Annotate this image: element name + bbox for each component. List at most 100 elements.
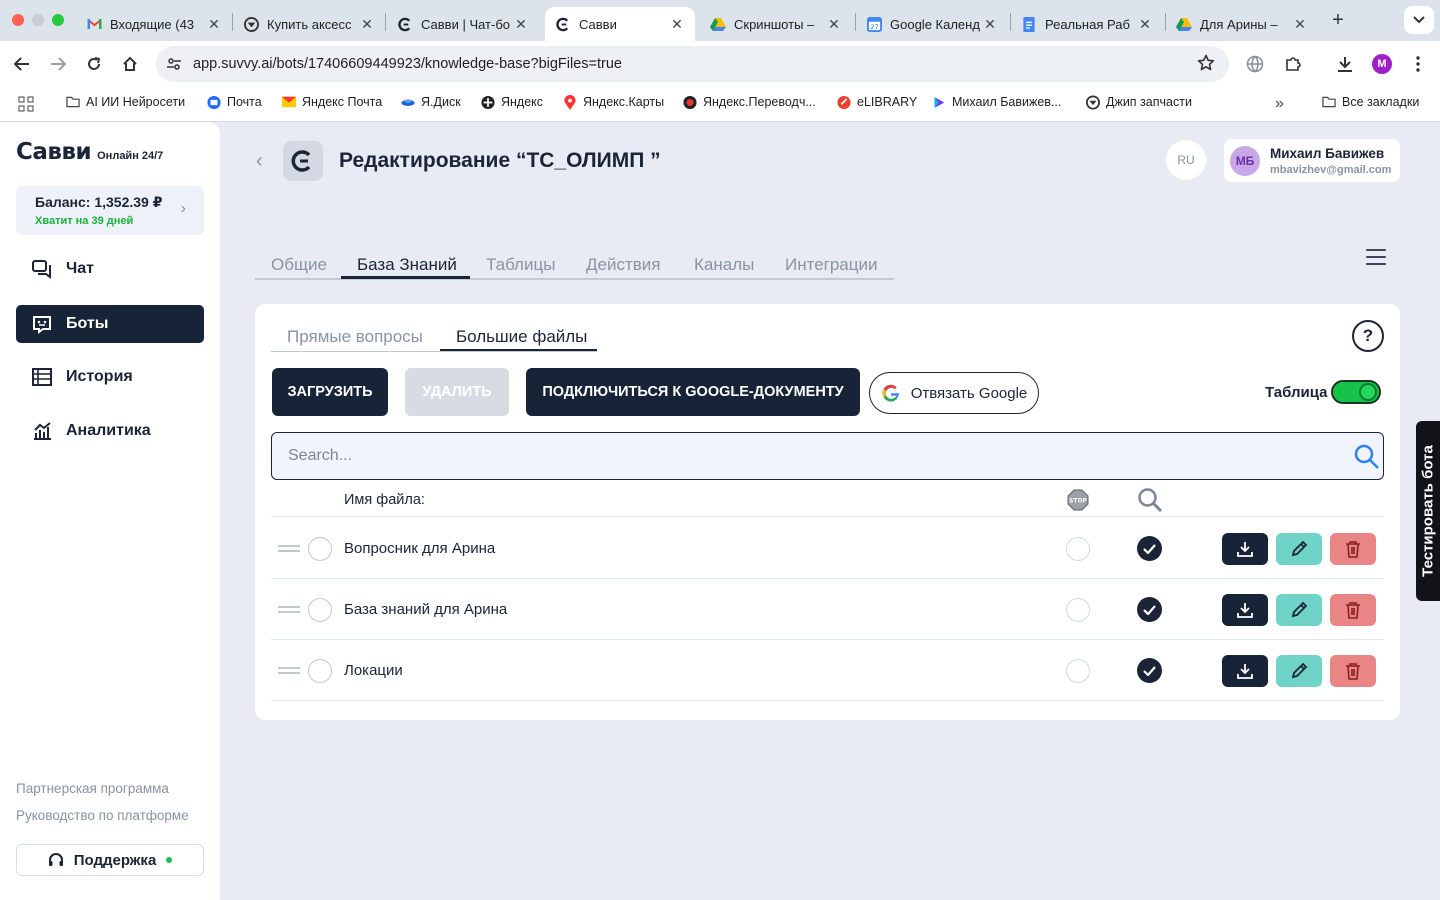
tab-general[interactable]: Общие <box>271 255 327 275</box>
edit-button[interactable] <box>1276 533 1322 565</box>
browser-tab[interactable]: Савви | Чат-бо ✕ <box>387 7 539 41</box>
search-enabled-checkbox[interactable] <box>1137 536 1162 561</box>
logo[interactable]: Савви Онлайн 24/7 <box>16 140 163 164</box>
tab-channels[interactable]: Каналы <box>694 255 754 275</box>
stop-checkbox[interactable] <box>1066 598 1090 622</box>
bookmark-item[interactable]: Я.Диск <box>401 95 461 109</box>
tab-close-icon[interactable]: ✕ <box>206 16 222 33</box>
tab-actions[interactable]: Действия <box>586 255 660 275</box>
search-enabled-checkbox[interactable] <box>1137 597 1162 622</box>
sidebar-item-label: Боты <box>66 315 109 332</box>
forward-button[interactable] <box>44 50 72 78</box>
downloads-button[interactable] <box>1331 50 1359 78</box>
row-select-checkbox[interactable] <box>308 537 332 561</box>
search-icon[interactable] <box>1353 443 1381 471</box>
chevron-double-right-icon[interactable]: » <box>1275 95 1284 113</box>
apps-grid-icon[interactable] <box>18 96 34 117</box>
browser-tab[interactable]: 27 Google Календ ✕ <box>856 7 1008 41</box>
drag-handle-icon[interactable] <box>278 667 300 675</box>
download-button[interactable] <box>1222 594 1268 626</box>
tab-tables[interactable]: Таблицы <box>486 255 555 275</box>
platform-guide-link[interactable]: Руководство по платформе <box>16 808 189 823</box>
download-button[interactable] <box>1222 655 1268 687</box>
table-toggle[interactable] <box>1331 380 1381 404</box>
unlink-google-button[interactable]: Отвязать Google <box>869 372 1039 414</box>
tab-close-icon[interactable]: ✕ <box>826 16 842 33</box>
delete-row-button[interactable] <box>1330 533 1376 565</box>
tab-direct-questions[interactable]: Прямые вопросы <box>287 327 423 347</box>
balance-card[interactable]: Баланс: 1,352.39 ₽ Хватит на 39 дней › <box>16 186 204 235</box>
bookmark-item[interactable]: Почта <box>207 95 262 109</box>
home-button[interactable] <box>116 50 144 78</box>
download-button[interactable] <box>1222 533 1268 565</box>
profile-button[interactable]: M <box>1368 50 1396 78</box>
tab-close-icon[interactable]: ✕ <box>359 16 375 33</box>
sidebar-item-history[interactable]: История <box>16 358 204 396</box>
new-tab-button[interactable]: + <box>1324 6 1352 34</box>
bookmark-item[interactable]: AI ИИ Нейросети <box>66 95 185 109</box>
bookmark-item[interactable]: eLIBRARY <box>837 95 917 109</box>
edit-button[interactable] <box>1276 655 1322 687</box>
tab-close-icon[interactable]: ✕ <box>1292 16 1308 33</box>
upload-button[interactable]: ЗАГРУЗИТЬ <box>272 368 388 416</box>
browser-tab[interactable]: Для Арины – ✕ <box>1166 7 1318 41</box>
address-bar[interactable]: app.suvvy.ai/bots/17406609449923/knowled… <box>156 46 1229 82</box>
connect-google-doc-button[interactable]: ПОДКЛЮЧИТЬСЯ К GOOGLE-ДОКУМЕНТУ <box>526 368 860 416</box>
browser-tab[interactable]: Реальная Раб ✕ <box>1011 7 1163 41</box>
tab-close-icon[interactable]: ✕ <box>982 16 998 33</box>
browser-tab[interactable]: Входящие (43 ✕ <box>76 7 232 41</box>
tab-search-button[interactable] <box>1404 6 1434 34</box>
delete-row-button[interactable] <box>1330 655 1376 687</box>
site-info-icon[interactable] <box>166 56 182 77</box>
sidebar-item-chat[interactable]: Чат <box>16 250 204 288</box>
menu-icon[interactable] <box>1366 249 1386 265</box>
extensions-button[interactable] <box>1279 50 1307 78</box>
stop-checkbox[interactable] <box>1066 659 1090 683</box>
all-bookmarks-button[interactable]: Все закладки <box>1322 95 1419 109</box>
browser-tab[interactable]: Купить аксесс ✕ <box>233 7 385 41</box>
sidebar-item-bots[interactable]: Боты <box>16 305 204 343</box>
drag-handle-icon[interactable] <box>278 606 300 614</box>
active-tab-indicator <box>341 276 470 279</box>
bookmark-item[interactable]: Яндекс Почта <box>282 95 382 109</box>
minimize-window-button[interactable] <box>32 14 44 26</box>
row-select-checkbox[interactable] <box>308 659 332 683</box>
stop-checkbox[interactable] <box>1066 537 1090 561</box>
bookmark-star-icon[interactable] <box>1197 54 1215 77</box>
language-switcher[interactable]: RU <box>1166 140 1206 180</box>
tab-close-icon[interactable]: ✕ <box>669 16 685 33</box>
back-chevron-icon[interactable]: ‹ <box>256 150 263 173</box>
translate-extension-button[interactable] <box>1241 50 1269 78</box>
search-input[interactable] <box>288 446 1328 466</box>
partner-program-link[interactable]: Партнерская программа <box>16 781 169 796</box>
search-enabled-checkbox[interactable] <box>1137 658 1162 683</box>
row-select-checkbox[interactable] <box>308 598 332 622</box>
bookmark-item[interactable]: Михаил Бавижев... <box>932 95 1061 109</box>
bookmark-item[interactable]: Яндекс <box>481 95 543 109</box>
bookmark-item[interactable]: Яндекс.Переводч... <box>683 95 816 109</box>
tab-close-icon[interactable]: ✕ <box>1137 16 1153 33</box>
help-button[interactable]: ? <box>1352 320 1384 352</box>
delete-row-button[interactable] <box>1330 594 1376 626</box>
browser-menu-button[interactable] <box>1404 50 1432 78</box>
user-profile[interactable]: МБ Михаил Бавижев mbavizhev@gmail.com <box>1224 139 1400 182</box>
close-window-button[interactable] <box>12 14 24 26</box>
browser-tab[interactable]: Скриншоты – ✕ <box>700 7 852 41</box>
tab-integrations[interactable]: Интеграции <box>785 255 878 275</box>
bookmark-item[interactable]: Джип запчасти <box>1086 95 1192 109</box>
support-button[interactable]: Поддержка <box>16 844 204 876</box>
tab-big-files[interactable]: Большие файлы <box>456 327 587 347</box>
back-button[interactable] <box>8 50 36 78</box>
search-column-icon <box>1138 488 1163 513</box>
test-bot-button[interactable]: Тестировать бота <box>1416 421 1440 601</box>
edit-button[interactable] <box>1276 594 1322 626</box>
tab-close-icon[interactable]: ✕ <box>513 16 529 33</box>
browser-tab-active[interactable]: Савви ✕ <box>545 7 695 41</box>
bookmark-item[interactable]: Яндекс.Карты <box>563 94 664 110</box>
sidebar-item-analytics[interactable]: Аналитика <box>16 412 204 450</box>
maximize-window-button[interactable] <box>52 14 64 26</box>
delete-button[interactable]: УДАЛИТЬ <box>405 368 509 416</box>
tab-knowledge-base[interactable]: База Знаний <box>357 255 457 275</box>
reload-button[interactable] <box>80 50 108 78</box>
drag-handle-icon[interactable] <box>278 545 300 553</box>
